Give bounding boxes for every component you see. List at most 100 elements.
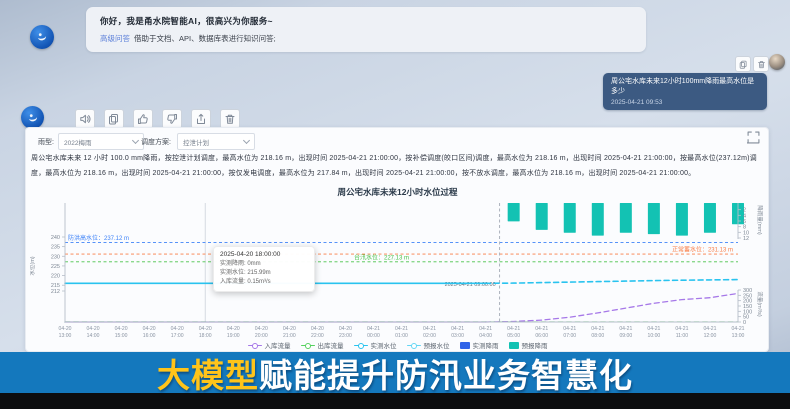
svg-text:04-21: 04-21 xyxy=(619,326,632,332)
thumbs-down-button[interactable] xyxy=(162,109,182,129)
legend-swatch-icon xyxy=(460,342,470,349)
svg-text:防洪高水位：237.12 m: 防洪高水位：237.12 m xyxy=(68,234,129,242)
advanced-qa-tag: 高级问答 xyxy=(100,34,130,43)
svg-text:07:00: 07:00 xyxy=(563,333,576,339)
legend-swatch-icon xyxy=(354,342,368,349)
chevron-down-icon xyxy=(243,137,250,144)
sound-icon xyxy=(79,113,91,125)
svg-text:21:00: 21:00 xyxy=(283,333,296,339)
trash-icon xyxy=(224,113,236,125)
ai-avatar xyxy=(30,25,54,49)
svg-text:04-20: 04-20 xyxy=(311,326,324,332)
svg-text:04-21: 04-21 xyxy=(479,326,492,332)
svg-text:240: 240 xyxy=(51,235,60,241)
copy-answer-button[interactable] xyxy=(104,109,124,129)
user-message-bubble: 周公宅水库未来12小时100mm降雨最高水位是多少 2025-04-21 09:… xyxy=(603,73,767,110)
copy-icon xyxy=(108,113,120,125)
svg-text:01:00: 01:00 xyxy=(395,333,408,339)
svg-text:04-21: 04-21 xyxy=(563,326,576,332)
greeting-subtitle: 高级问答借助于文档、API、数据库表进行知识问答; xyxy=(100,33,632,44)
svg-text:04-20: 04-20 xyxy=(255,326,268,332)
user-avatar xyxy=(769,54,785,70)
svg-text:230: 230 xyxy=(51,254,60,260)
legend-swatch-icon xyxy=(301,342,315,349)
tooltip-row: 实测水位: 215.99m xyxy=(220,269,308,278)
svg-text:12: 12 xyxy=(743,236,749,242)
ai-avatar xyxy=(21,106,44,129)
svg-text:04-20: 04-20 xyxy=(87,326,100,332)
svg-text:04-20: 04-20 xyxy=(227,326,240,332)
slide: 你好，我是甬水院智能AI，很高兴为你服务~ 高级问答借助于文档、API、数据库表… xyxy=(0,0,790,409)
svg-text:正常蓄水位：231.13 m: 正常蓄水位：231.13 m xyxy=(672,246,733,254)
svg-text:水位(m): 水位(m) xyxy=(30,256,36,275)
svg-text:04-20: 04-20 xyxy=(143,326,156,332)
banner-text: 赋能提升防汛业务智慧化 xyxy=(259,349,633,397)
bottom-banner: 大模型赋能提升防汛业务智慧化 xyxy=(0,352,790,393)
read-aloud-button[interactable] xyxy=(75,109,95,129)
copy-user-message-button[interactable] xyxy=(735,56,751,72)
svg-text:13:00: 13:00 xyxy=(732,333,745,339)
svg-text:04-21: 04-21 xyxy=(647,326,660,332)
svg-text:235: 235 xyxy=(51,245,60,251)
svg-text:04-20: 04-20 xyxy=(115,326,128,332)
tooltip-row: 实测降雨: 0mm xyxy=(220,260,308,269)
svg-text:04-21: 04-21 xyxy=(703,326,716,332)
fullscreen-icon xyxy=(747,131,760,144)
bottom-black-bar xyxy=(0,393,790,409)
svg-text:14:00: 14:00 xyxy=(87,333,100,339)
svg-text:10:00: 10:00 xyxy=(648,333,661,339)
svg-text:04-21: 04-21 xyxy=(367,326,380,332)
legend-swatch-icon xyxy=(509,342,519,349)
svg-text:04-21: 04-21 xyxy=(731,326,744,332)
thumbs-up-button[interactable] xyxy=(133,109,153,129)
fullscreen-button[interactable] xyxy=(747,131,760,144)
rain-type-label: 雨型: xyxy=(38,137,54,147)
svg-text:15:00: 15:00 xyxy=(115,333,128,339)
tooltip-time: 2025-04-20 18:00:00 xyxy=(220,251,308,258)
greeting-tag-desc: 借助于文档、API、数据库表进行知识问答; xyxy=(134,34,276,43)
svg-text:212: 212 xyxy=(51,289,60,295)
svg-text:17:00: 17:00 xyxy=(171,333,184,339)
svg-text:23:00: 23:00 xyxy=(339,333,352,339)
svg-text:04-21: 04-21 xyxy=(591,326,604,332)
delete-answer-button[interactable] xyxy=(220,109,240,129)
legend-swatch-icon xyxy=(248,342,262,349)
svg-text:19:00: 19:00 xyxy=(227,333,240,339)
svg-text:09:00: 09:00 xyxy=(619,333,632,339)
plan-label: 调度方案: xyxy=(141,137,171,147)
thumbs-up-icon xyxy=(137,113,149,125)
rain-type-select[interactable]: 2022梅雨 xyxy=(58,133,144,150)
copy-icon xyxy=(739,60,748,69)
svg-text:流量(m³/s): 流量(m³/s) xyxy=(756,291,764,317)
svg-text:20:00: 20:00 xyxy=(255,333,268,339)
svg-text:04-21: 04-21 xyxy=(535,326,548,332)
banner-highlight: 大模型 xyxy=(157,349,259,397)
svg-text:05:00: 05:00 xyxy=(507,333,520,339)
svg-text:04-21: 04-21 xyxy=(507,326,520,332)
svg-text:16:00: 16:00 xyxy=(143,333,156,339)
svg-text:06:00: 06:00 xyxy=(535,333,548,339)
svg-text:04-20: 04-20 xyxy=(199,326,212,332)
user-message-time: 2025-04-21 09:53 xyxy=(611,99,759,106)
delete-user-message-button[interactable] xyxy=(753,56,769,72)
user-message-text: 周公宅水库未来12小时100mm降雨最高水位是多少 xyxy=(611,77,759,97)
plan-select[interactable]: 控泄计划 xyxy=(177,133,255,150)
trash-icon xyxy=(757,60,766,69)
svg-text:13:00: 13:00 xyxy=(59,333,72,339)
svg-text:04-21: 04-21 xyxy=(675,326,688,332)
svg-text:04-20: 04-20 xyxy=(171,326,184,332)
export-answer-button[interactable] xyxy=(191,109,211,129)
thumbs-down-icon xyxy=(166,113,178,125)
legend-swatch-icon xyxy=(407,342,421,349)
svg-text:04:00: 04:00 xyxy=(479,333,492,339)
svg-text:18:00: 18:00 xyxy=(199,333,212,339)
assistant-greeting-bubble: 你好，我是甬水院智能AI，很高兴为你服务~ 高级问答借助于文档、API、数据库表… xyxy=(86,7,646,52)
tooltip-row: 入库流量: 0.15m³/s xyxy=(220,278,308,287)
svg-text:12:00: 12:00 xyxy=(704,333,717,339)
svg-text:225: 225 xyxy=(51,264,60,270)
chart-tooltip: 2025-04-20 18:00:00 实测降雨: 0mm实测水位: 215.9… xyxy=(213,246,315,292)
tooltip-rows: 实测降雨: 0mm实测水位: 215.99m入库流量: 0.15m³/s xyxy=(220,260,308,287)
plan-value: 控泄计划 xyxy=(183,137,209,147)
water-level-chart[interactable]: 防洪高水位：237.12 m正常蓄水位：231.13 m台汛水位：227.13 … xyxy=(30,190,765,342)
svg-text:22:00: 22:00 xyxy=(311,333,324,339)
